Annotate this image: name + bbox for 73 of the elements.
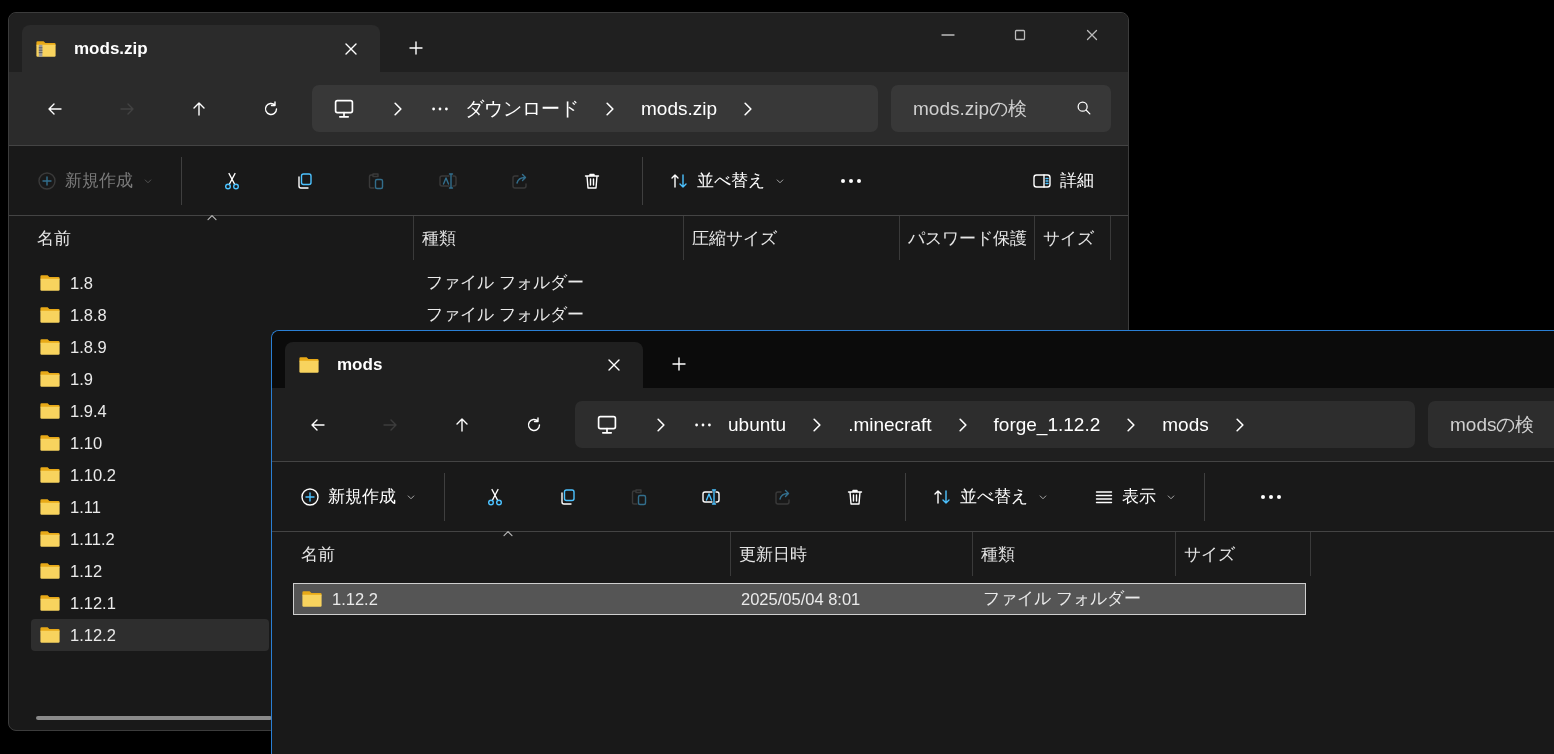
breadcrumb-item[interactable]: mods.zip xyxy=(634,97,725,120)
file-name: 1.8 xyxy=(70,273,93,293)
file-name: 1.12 xyxy=(70,561,103,581)
breadcrumb-item[interactable]: .minecraft xyxy=(841,413,939,436)
file-row[interactable]: 1.8 ファイル フォルダー xyxy=(31,267,1116,299)
file-row[interactable]: 1.12.1 xyxy=(31,587,269,619)
file-cell-text: ファイル フォルダー xyxy=(983,588,1141,609)
file-name: 1.8.8 xyxy=(70,305,107,325)
column-header[interactable]: 種類 xyxy=(973,532,1176,576)
plus-icon xyxy=(669,354,689,374)
minimize-icon xyxy=(940,34,956,36)
chevron-right-icon xyxy=(1127,417,1136,432)
file-cell-text: ファイル フォルダー xyxy=(426,272,584,293)
file-row[interactable]: 1.8.9 xyxy=(31,331,269,363)
breadcrumb-item[interactable]: mods xyxy=(1155,413,1216,436)
search-field[interactable]: mods.zipの検 xyxy=(891,85,1111,132)
file-name: 1.10.2 xyxy=(70,465,116,485)
column-header[interactable]: 名前 xyxy=(293,532,731,576)
details-button[interactable]: 詳細 xyxy=(1028,160,1098,201)
sort-button[interactable]: 並べ替え xyxy=(928,476,1054,517)
search-field[interactable]: modsの検 xyxy=(1428,401,1554,448)
file-row[interactable]: 1.9.4 xyxy=(31,395,269,427)
column-header[interactable]: パスワード保護 xyxy=(900,216,1035,260)
address-bar[interactable]: ダウンロード mods.zip xyxy=(312,85,878,132)
file-name: 1.11 xyxy=(70,497,101,517)
file-row[interactable]: 1.12 xyxy=(31,555,269,587)
address-bar[interactable]: ubuntu .minecraft forge_1.12.2 mods xyxy=(575,401,1415,448)
column-header[interactable]: 種類 xyxy=(414,216,684,260)
tab-title: mods xyxy=(337,355,384,375)
chevron-right-icon xyxy=(657,417,665,432)
file-name: 1.8.9 xyxy=(70,337,107,357)
file-row[interactable]: 1.11 xyxy=(31,491,269,523)
file-name: 1.9 xyxy=(70,369,93,389)
search-icon xyxy=(1075,99,1093,117)
more-icon xyxy=(432,106,448,111)
breadcrumb-item[interactable]: forge_1.12.2 xyxy=(986,413,1108,436)
column-header[interactable]: 更新日時 xyxy=(731,532,973,576)
chevron-right-icon xyxy=(1235,417,1244,432)
tab[interactable]: mods.zip xyxy=(22,25,380,72)
file-cell: 2025/05/04 8:01 xyxy=(741,589,861,609)
column-header[interactable]: 名前 xyxy=(29,216,414,260)
chevron-right-icon xyxy=(958,417,967,432)
column-header[interactable]: 圧縮サイズ xyxy=(684,216,900,260)
file-row[interactable]: 1.8.8 ファイル フォルダー xyxy=(31,299,1116,331)
file-name: 1.12.2 xyxy=(70,625,116,645)
tab[interactable]: mods xyxy=(285,342,643,388)
plus-icon xyxy=(406,38,426,58)
file-cell-text: ファイル フォルダー xyxy=(426,304,584,325)
breadcrumb-item[interactable]: ダウンロード xyxy=(458,95,586,122)
chevron-right-icon xyxy=(606,101,614,116)
file-row[interactable]: 1.12.2 2025/05/04 8:01 ファイル フォルダー xyxy=(293,583,1306,615)
file-name: 1.12.2 xyxy=(332,589,378,609)
sort-button[interactable]: 並べ替え xyxy=(665,160,791,201)
file-row[interactable]: 1.12.2 xyxy=(31,619,269,651)
file-row[interactable]: 1.9 xyxy=(31,363,269,395)
file-name: 1.9.4 xyxy=(70,401,107,421)
breadcrumb-item[interactable]: ubuntu xyxy=(721,413,794,436)
column-header[interactable]: サイズ xyxy=(1035,216,1111,260)
file-name: 1.11.2 xyxy=(70,529,115,549)
file-row[interactable]: 1.10.2 xyxy=(31,459,269,491)
file-row[interactable]: 1.10 xyxy=(31,427,269,459)
column-header[interactable]: サイズ xyxy=(1176,532,1311,576)
file-name: 1.10 xyxy=(70,433,103,453)
chevron-right-icon xyxy=(394,101,402,116)
new-button[interactable]: 新規作成 xyxy=(296,476,422,517)
tab-title: mods.zip xyxy=(74,38,149,59)
view-button[interactable]: 表示 xyxy=(1090,476,1182,517)
chevron-right-icon xyxy=(744,101,753,116)
chevron-right-icon xyxy=(813,417,822,432)
more-icon xyxy=(695,422,711,427)
file-row[interactable]: 1.11.2 xyxy=(31,523,269,555)
horizontal-scrollbar[interactable] xyxy=(36,716,272,720)
file-name: 1.12.1 xyxy=(70,593,116,613)
